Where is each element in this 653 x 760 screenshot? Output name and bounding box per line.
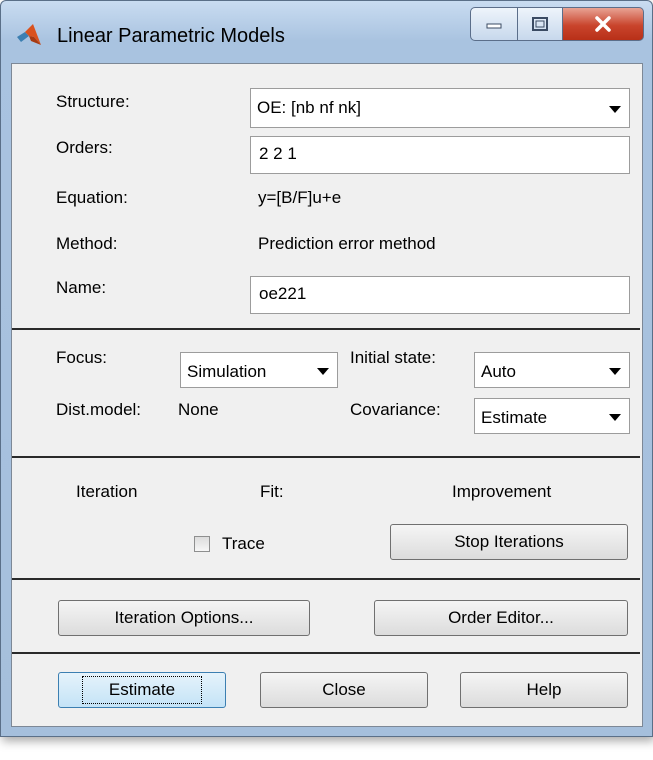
chevron-down-icon xyxy=(317,368,329,375)
orders-input[interactable]: 2 2 1 xyxy=(250,136,630,174)
model-panel: Structure: OE: [nb nf nk] Orders: 2 2 1 … xyxy=(12,64,640,328)
structure-label: Structure: xyxy=(56,92,130,111)
maximize-button[interactable] xyxy=(518,7,563,41)
fit-label: Fit: xyxy=(260,482,284,501)
options-panel: Focus: Simulation Initial state: Auto Di… xyxy=(12,328,640,456)
matlab-logo-icon xyxy=(17,24,41,45)
improvement-label: Improvement xyxy=(452,482,552,501)
close-icon xyxy=(595,16,611,32)
iteration-options-button[interactable]: Iteration Options... xyxy=(58,600,310,636)
trace-label: Trace xyxy=(222,534,265,553)
covariance-select[interactable]: Estimate xyxy=(474,398,630,434)
structure-value: OE: [nb nf nk] xyxy=(257,98,361,117)
focus-value: Simulation xyxy=(187,362,267,381)
focus-select[interactable]: Simulation xyxy=(180,352,338,388)
initial-state-value: Auto xyxy=(481,362,516,381)
title-bar[interactable]: Linear Parametric Models xyxy=(1,1,652,61)
method-value: Prediction error method xyxy=(258,234,436,253)
dialog-window: Linear Parametric Models Structure: OE: … xyxy=(0,0,653,737)
chevron-down-icon xyxy=(609,368,621,375)
chevron-down-icon xyxy=(609,414,621,421)
help-button[interactable]: Help xyxy=(460,672,628,708)
estimate-button[interactable]: Estimate xyxy=(58,672,226,708)
equation-value: y=[B/F]u+e xyxy=(258,188,342,207)
trace-checkbox[interactable] xyxy=(194,536,210,552)
focus-label: Focus: xyxy=(56,348,108,367)
model-name-input[interactable]: oe221 xyxy=(250,276,630,314)
iteration-panel: Iteration Fit: Improvement Trace Stop It… xyxy=(12,456,640,578)
order-editor-button[interactable]: Order Editor... xyxy=(374,600,628,636)
dist-model-label: Dist.model: xyxy=(56,400,142,419)
orders-label: Orders: xyxy=(56,138,113,157)
method-label: Method: xyxy=(56,234,118,253)
initial-state-select[interactable]: Auto xyxy=(474,352,630,388)
initial-state-label: Initial state: xyxy=(350,348,436,367)
minimize-icon xyxy=(486,23,502,29)
structure-select[interactable]: OE: [nb nf nk] xyxy=(250,88,630,128)
iteration-label: Iteration xyxy=(76,482,138,501)
name-label: Name: xyxy=(56,278,107,297)
minimize-button[interactable] xyxy=(470,7,518,41)
dialog-client-area: Structure: OE: [nb nf nk] Orders: 2 2 1 … xyxy=(11,63,643,727)
close-window-button[interactable] xyxy=(563,7,644,41)
covariance-value: Estimate xyxy=(481,408,548,427)
dist-model-value: None xyxy=(178,400,219,419)
window-controls xyxy=(470,7,644,41)
window-title: Linear Parametric Models xyxy=(57,25,285,47)
maximize-icon xyxy=(532,17,548,31)
equation-label: Equation: xyxy=(56,188,128,207)
actions-panel: Estimate Close Help xyxy=(12,652,640,726)
chevron-down-icon xyxy=(609,106,621,113)
close-button[interactable]: Close xyxy=(260,672,428,708)
estimate-button-label: Estimate xyxy=(81,676,203,704)
stop-iterations-button[interactable]: Stop Iterations xyxy=(390,524,628,560)
covariance-label: Covariance: xyxy=(350,400,441,419)
editors-panel: Iteration Options... Order Editor... xyxy=(12,578,640,652)
